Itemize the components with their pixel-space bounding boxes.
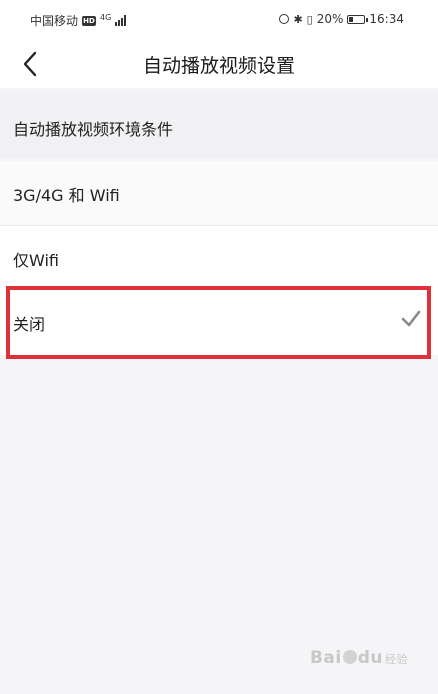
paw-icon [342, 650, 357, 664]
watermark-brand: Bai [309, 648, 342, 668]
clock: 16:34 [369, 12, 404, 26]
option-label: 关闭 [13, 315, 46, 334]
status-right: ✱ ▯ 20% 16:34 [279, 12, 404, 26]
battery-percent: 20% [316, 12, 344, 26]
bluetooth-icon: ✱ [293, 12, 303, 26]
option-label: 3G/4G 和 Wifi [13, 186, 120, 205]
vibrate-icon: ▯ [306, 12, 313, 26]
network-type: 4G [100, 13, 112, 22]
battery-fill [349, 16, 353, 22]
hd-icon: HD [82, 15, 97, 26]
watermark-brand-suffix: du [357, 648, 383, 668]
option-wifi-only[interactable]: 仅Wifi [0, 226, 438, 291]
watermark-sub: 经验 [385, 653, 408, 666]
status-bar: 中国移动 HD 4G ✱ ▯ 20% 16:34 [0, 0, 438, 40]
section-title: 自动播放视频环境条件 [13, 120, 174, 139]
section-header: 自动播放视频环境条件 [0, 92, 438, 158]
carrier-name: 中国移动 [30, 14, 79, 28]
baidu-watermark: Bai du 经验 [310, 648, 408, 668]
alarm-icon [279, 14, 290, 24]
option-off[interactable]: 关闭 [0, 290, 438, 355]
signal-icon [115, 15, 127, 26]
status-left: 中国移动 HD 4G [30, 12, 127, 29]
page-title: 自动播放视频设置 [142, 55, 295, 77]
option-3g4g-wifi[interactable]: 3G/4G 和 Wifi [0, 161, 438, 226]
title-bar: 自动播放视频设置 [0, 40, 438, 88]
checkmark-icon [401, 310, 421, 327]
option-label: 仅Wifi [13, 251, 59, 270]
battery-icon [347, 14, 369, 24]
